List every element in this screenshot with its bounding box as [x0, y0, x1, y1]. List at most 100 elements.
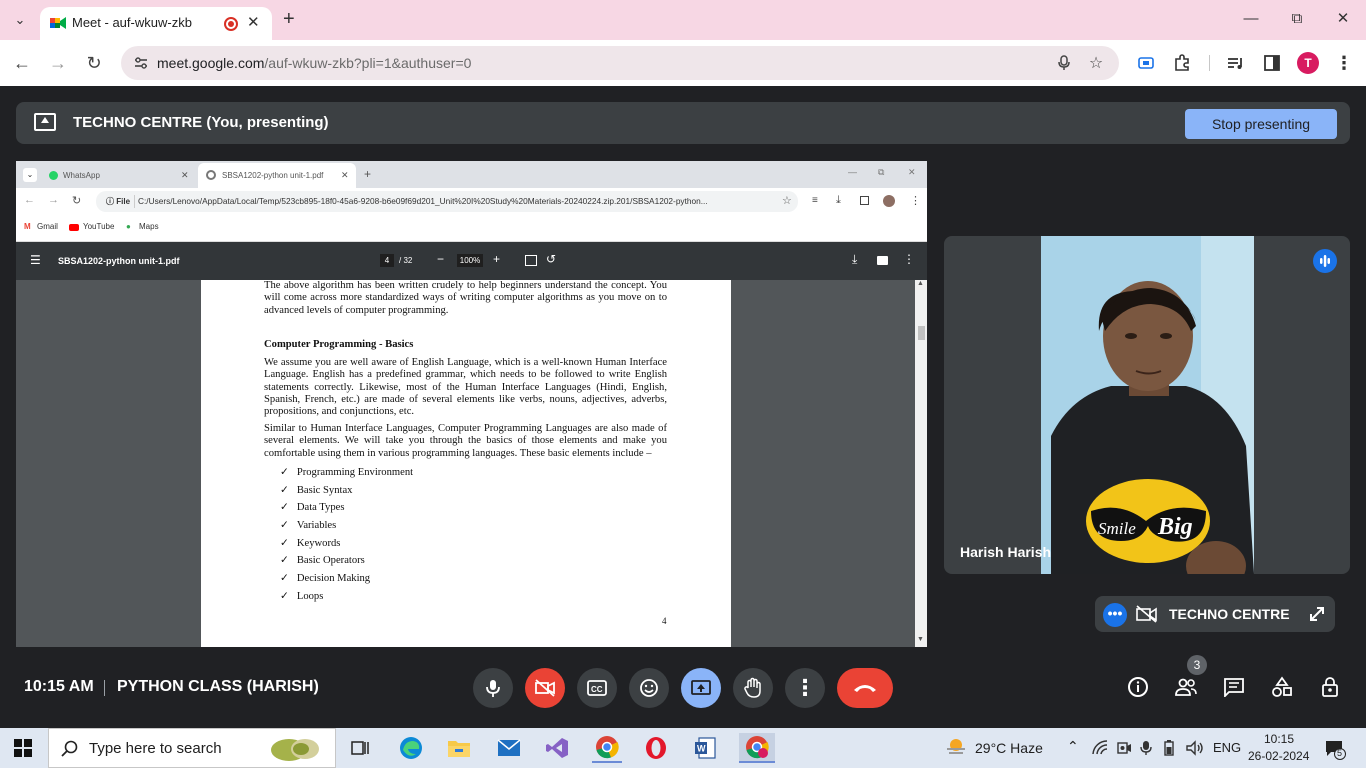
pdf-page-total: / 32 — [399, 256, 413, 265]
list-item: ✓ Data Types — [280, 502, 345, 514]
captions-button[interactable]: CC — [577, 668, 617, 708]
url-host: meet.google.com — [157, 55, 265, 71]
address-bar[interactable]: meet.google.com/auf-wkuw-zkb?pli=1&authu… — [121, 46, 1119, 80]
window-close-icon[interactable]: ✕ — [1328, 8, 1358, 30]
task-view-icon[interactable] — [345, 733, 375, 763]
self-view-tile[interactable]: ••• TECHNO CENTRE — [1095, 596, 1335, 632]
inner-new-tab-icon: + — [364, 167, 372, 181]
visual-studio-icon[interactable] — [542, 733, 572, 763]
leave-call-button[interactable] — [837, 668, 893, 708]
checkmark-icon: ✓ — [280, 467, 289, 478]
browser-menu-icon[interactable]: ⋮ — [1334, 53, 1354, 73]
taskbar-search-box[interactable]: Type here to search — [48, 728, 336, 768]
chrome-profile-icon[interactable] — [739, 733, 775, 763]
svg-text:W: W — [697, 744, 706, 754]
chat-button[interactable] — [1221, 674, 1247, 700]
mail-icon[interactable] — [494, 733, 524, 763]
opera-icon[interactable] — [641, 733, 671, 763]
tab-search-chevron-icon[interactable]: ⌄ — [8, 8, 32, 32]
new-tab-plus-icon[interactable]: + — [283, 8, 295, 30]
activities-button[interactable] — [1269, 674, 1295, 700]
bookmark-youtube: YouTube — [83, 222, 115, 231]
tab-close-icon[interactable]: ✕ — [247, 13, 260, 31]
participant-tile[interactable]: Smile Big Harish Harish — [944, 236, 1350, 574]
file-explorer-icon[interactable] — [444, 733, 474, 763]
media-controls-icon[interactable] — [1226, 53, 1246, 73]
inner-tabstrip: ⌄ WhatsApp ✕ SBSA1202-python unit-1.pdf … — [16, 161, 927, 188]
self-more-options-icon[interactable]: ••• — [1103, 603, 1127, 627]
meeting-details-button[interactable] — [1125, 674, 1151, 700]
raise-hand-button[interactable] — [733, 668, 773, 708]
forward-arrow-icon[interactable]: → — [46, 51, 70, 75]
pdf-zoom-out-icon: − — [437, 252, 445, 266]
windows-start-icon[interactable] — [14, 739, 32, 757]
inner-forward-icon: → — [48, 194, 59, 206]
side-panel-icon[interactable] — [1262, 53, 1282, 73]
toolbar-divider — [1209, 55, 1210, 71]
host-controls-button[interactable] — [1317, 674, 1343, 700]
clock-date[interactable]: 26-02-2024 — [1248, 749, 1309, 763]
captions-icon: CC — [587, 680, 607, 696]
stop-presenting-button[interactable]: Stop presenting — [1185, 109, 1337, 139]
inner-close-icon: ✕ — [908, 167, 916, 177]
restore-icon[interactable]: ⧉ — [1282, 8, 1312, 30]
checkmark-icon: ✓ — [280, 502, 289, 514]
bookmark-star-icon[interactable]: ☆ — [1087, 54, 1105, 72]
profile-avatar[interactable]: T — [1297, 52, 1319, 74]
present-screen-button[interactable] — [681, 668, 721, 708]
youtube-icon — [69, 224, 79, 231]
camera-in-use-icon[interactable] — [1116, 740, 1132, 756]
presenting-banner: TECHNO CENTRE (You, presenting) Stop pre… — [16, 102, 1350, 144]
chrome-icon[interactable] — [592, 733, 622, 763]
weather-haze-icon[interactable] — [945, 736, 967, 758]
meeting-info-divider — [104, 680, 105, 696]
checkmark-icon: ✓ — [280, 590, 289, 602]
pdf-paragraph: The above algorithm has been written cru… — [264, 280, 667, 316]
shirt-text-right: Big — [1157, 514, 1193, 540]
inner-restore-icon: ⧉ — [878, 167, 885, 177]
back-arrow-icon[interactable]: ← — [10, 51, 34, 75]
clock-time[interactable]: 10:15 — [1264, 732, 1294, 746]
weather-text[interactable]: 29°C Haze — [975, 740, 1043, 756]
pdf-bullet-list: ✓ Programming Environment ✓ Basic Syntax… — [280, 466, 413, 608]
meet-stage: TECHNO CENTRE (You, presenting) Stop pre… — [0, 86, 1366, 728]
battery-icon[interactable] — [1162, 740, 1176, 756]
present-screen-icon — [34, 113, 56, 131]
expand-icon[interactable] — [1307, 604, 1327, 624]
tab-meet[interactable]: Meet - auf-wkuw-zkb ✕ — [40, 7, 272, 40]
reactions-button[interactable] — [629, 668, 669, 708]
checkmark-icon: ✓ — [280, 537, 289, 549]
microphone-toggle-button[interactable] — [473, 668, 513, 708]
scroll-down-icon: ▼ — [917, 636, 924, 643]
microphone-icon[interactable] — [1055, 54, 1073, 72]
presenting-label: TECHNO CENTRE (You, presenting) — [73, 114, 329, 131]
camera-off-icon — [1135, 604, 1159, 624]
notification-center-icon[interactable]: 5 — [1324, 738, 1346, 760]
gmail-icon: M — [24, 222, 31, 231]
cast-icon[interactable] — [1136, 53, 1156, 73]
minimize-icon[interactable]: — — [1236, 8, 1266, 30]
list-item: ✓ Basic Operators — [280, 555, 365, 567]
participant-name: Harish Harish — [960, 544, 1052, 560]
hand-icon — [744, 677, 761, 698]
edge-icon[interactable] — [396, 733, 426, 763]
network-icon[interactable] — [1092, 740, 1108, 756]
tray-overflow-chevron-icon[interactable]: ⌃ — [1067, 738, 1079, 755]
maps-pin-icon: ● — [126, 222, 131, 231]
camera-toggle-button[interactable] — [525, 668, 565, 708]
more-options-button[interactable]: ⋮ — [785, 668, 825, 708]
extensions-puzzle-icon[interactable] — [1172, 53, 1192, 73]
inner-tab-close-icon: ✕ — [341, 170, 349, 180]
site-info-tune-icon[interactable] — [133, 55, 149, 71]
inner-sidepanel-icon — [860, 196, 869, 205]
inner-back-icon: ← — [24, 194, 35, 206]
language-indicator[interactable]: ENG — [1213, 740, 1241, 755]
file-chip: ⓘ File — [102, 195, 136, 208]
people-button[interactable] — [1173, 674, 1199, 700]
reload-icon[interactable]: ↻ — [82, 51, 106, 75]
inner-reading-icon: ≡ — [812, 195, 818, 206]
word-icon[interactable]: W — [690, 733, 720, 763]
microphone-in-use-icon[interactable] — [1140, 740, 1152, 756]
volume-icon[interactable] — [1186, 740, 1204, 756]
pdf-menu-icon: ☰ — [30, 253, 41, 267]
